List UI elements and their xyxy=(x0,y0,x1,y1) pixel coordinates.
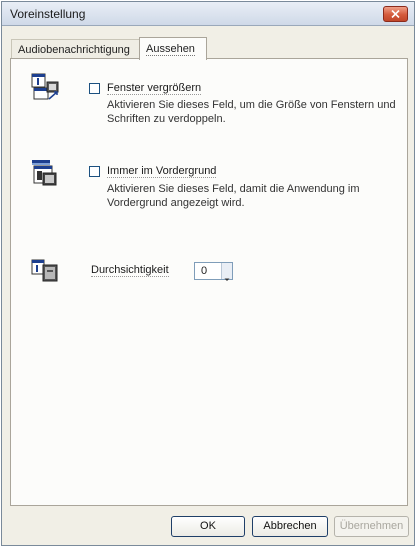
close-icon xyxy=(391,10,400,18)
preferences-dialog: Voreinstellung Audiobenachrichtigung Aus… xyxy=(1,1,415,546)
spinner-down-button[interactable] xyxy=(222,271,232,281)
transparency-spinner[interactable]: 0 xyxy=(194,262,233,281)
transparency-icon xyxy=(31,259,58,282)
tab-audio-notification[interactable]: Audiobenachrichtigung xyxy=(11,39,139,59)
cancel-button[interactable]: Abbrechen xyxy=(252,516,328,537)
tab-label: Aussehen xyxy=(146,43,195,56)
arrow-down-icon xyxy=(224,278,230,281)
ok-button[interactable]: OK xyxy=(171,516,245,537)
always-on-top-label[interactable]: Immer im Vordergrund xyxy=(107,165,217,178)
tab-appearance[interactable]: Aussehen xyxy=(139,37,207,60)
window-title: Voreinstellung xyxy=(10,7,86,21)
spinner-buttons xyxy=(221,263,232,281)
enlarge-window-label[interactable]: Fenster vergrößern xyxy=(107,82,202,95)
enlarge-window-checkbox[interactable] xyxy=(89,83,100,94)
appearance-panel: Fenster vergrößern Aktivieren Sie dieses… xyxy=(10,58,408,506)
close-button[interactable] xyxy=(383,6,408,22)
enlarge-window-description: Aktivieren Sie dieses Feld, um die Größe… xyxy=(107,99,396,125)
transparency-value[interactable]: 0 xyxy=(201,265,207,277)
always-on-top-icon xyxy=(32,160,57,186)
enlarge-window-icon xyxy=(31,73,59,100)
title-bar[interactable]: Voreinstellung xyxy=(2,2,414,26)
tab-label: Audiobenachrichtigung xyxy=(18,44,130,56)
always-on-top-description: Aktivieren Sie dieses Feld, damit die An… xyxy=(107,183,360,209)
transparency-label: Durchsichtigkeit xyxy=(91,264,169,277)
apply-button[interactable]: Übernehmen xyxy=(334,516,409,537)
always-on-top-checkbox[interactable] xyxy=(89,166,100,177)
